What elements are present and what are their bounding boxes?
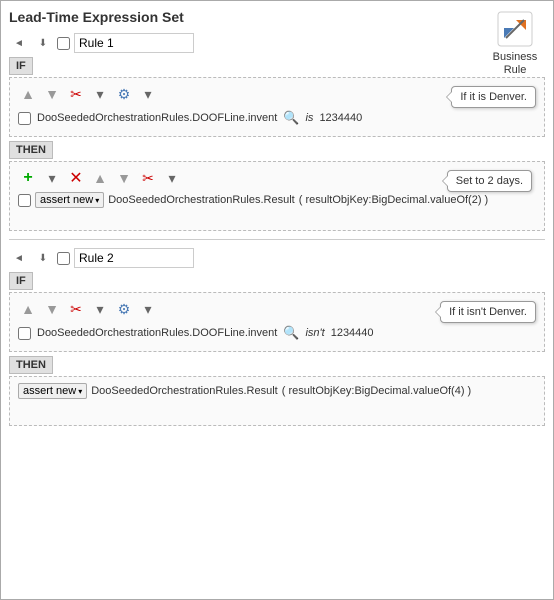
- rule2-then-dashed: assert new ▾ DooSeededOrchestrationRules…: [9, 376, 545, 426]
- rule1-then-assert-new-button[interactable]: assert new ▾: [35, 192, 104, 208]
- rule2-then-assert-dropdown-icon[interactable]: ▾: [78, 387, 82, 396]
- rule1-name-input[interactable]: [74, 33, 194, 53]
- rule2-then-assert-new-button[interactable]: assert new ▾: [18, 383, 87, 399]
- rule1-then-up-icon[interactable]: ▲: [90, 168, 110, 188]
- rule2-block: ◄ ⬇ IF ▲ ▼ ✂ ▾ ⚙ ▾ DooSeededOrchestratio…: [9, 248, 545, 426]
- rule1-collapse-icon[interactable]: ◄: [9, 33, 29, 53]
- rule1-then-assert-row: assert new ▾ DooSeededOrchestrationRules…: [18, 192, 536, 208]
- rule1-header: ◄ ⬇: [9, 33, 545, 53]
- rule1-then-scissors-dropdown-icon[interactable]: ▾: [162, 168, 182, 188]
- rule1-if-scissors-dropdown-icon[interactable]: ▾: [90, 84, 110, 104]
- rule2-sort-icon[interactable]: ⬇: [33, 248, 53, 268]
- rule1-then-down-icon[interactable]: ▼: [114, 168, 134, 188]
- rule1-then-assert-field: DooSeededOrchestrationRules.Result: [108, 194, 295, 206]
- rule1-sort-icon[interactable]: ⬇: [33, 33, 53, 53]
- rule1-if-value: 1234440: [319, 112, 362, 124]
- rule2-then-assert-field: DooSeededOrchestrationRules.Result: [91, 385, 278, 397]
- rule1-then-toolbar: + ▾ ✕ ▲ ▼ ✂ ▾ Set to 2 days.: [18, 168, 536, 188]
- rule1-if-section: ▲ ▼ ✂ ▾ ⚙ ▾ DooSeededOrchestrationRules.…: [9, 77, 545, 137]
- rule1-then-assert-value: ( resultObjKey:BigDecimal.valueOf(2) ): [299, 194, 489, 206]
- rule2-if-section: ▲ ▼ ✂ ▾ ⚙ ▾ DooSeededOrchestrationRules.…: [9, 292, 545, 352]
- rule1-if-condition-row: DooSeededOrchestrationRules.DOOFLine.inv…: [18, 110, 536, 126]
- rule1-if-condition-checkbox[interactable]: [18, 112, 31, 125]
- rule1-then-plus-icon[interactable]: +: [18, 168, 38, 188]
- rule1-then-tooltip: Set to 2 days.: [447, 170, 532, 192]
- rule2-if-label-container: IF: [9, 272, 545, 292]
- rule2-header: ◄ ⬇: [9, 248, 545, 268]
- rule1-if-gear-dropdown-icon[interactable]: ▾: [138, 84, 158, 104]
- business-rule-label: BusinessRule: [485, 51, 545, 77]
- rule2-name-input[interactable]: [74, 248, 194, 268]
- rule2-then-label: THEN: [9, 356, 53, 374]
- rule2-collapse-icon[interactable]: ◄: [9, 248, 29, 268]
- rule2-if-gear-dropdown-icon[interactable]: ▾: [138, 299, 158, 319]
- business-rule-img: [495, 9, 535, 49]
- rule1-if-label-container: IF: [9, 57, 545, 77]
- rule1-then-scissors-icon[interactable]: ✂: [138, 168, 158, 188]
- rule2-if-tooltip: If it isn't Denver.: [440, 301, 536, 323]
- main-container: BusinessRule Lead-Time Expression Set ◄ …: [0, 0, 554, 600]
- rule2-if-down-icon[interactable]: ▼: [42, 299, 62, 319]
- rule2-if-gear-icon[interactable]: ⚙: [114, 299, 134, 319]
- rule1-then-plus-dropdown-icon[interactable]: ▾: [42, 168, 62, 188]
- rule2-if-scissors-icon[interactable]: ✂: [66, 299, 86, 319]
- rule1-if-gear-icon[interactable]: ⚙: [114, 84, 134, 104]
- rule2-then-assert-row: assert new ▾ DooSeededOrchestrationRules…: [18, 383, 536, 399]
- rule1-then-assert-dropdown-icon[interactable]: ▾: [95, 196, 99, 205]
- rule2-then-assert-value: ( resultObjKey:BigDecimal.valueOf(4) ): [282, 385, 472, 397]
- rule2-if-search-icon[interactable]: 🔍: [283, 325, 299, 341]
- rule2-if-operator: isn't: [305, 327, 324, 339]
- rule1-then-dashed: + ▾ ✕ ▲ ▼ ✂ ▾ Set to 2 days. asser: [9, 161, 545, 231]
- rule2-if-label: IF: [9, 272, 33, 290]
- rule1-if-tooltip: If it is Denver.: [451, 86, 536, 108]
- rule1-then-cross-icon[interactable]: ✕: [66, 168, 86, 188]
- rule2-if-up-icon[interactable]: ▲: [18, 299, 38, 319]
- rule1-if-label: IF: [9, 57, 33, 75]
- rule2-if-condition-checkbox[interactable]: [18, 327, 31, 340]
- rule1-if-scissors-icon[interactable]: ✂: [66, 84, 86, 104]
- rule1-then-label: THEN: [9, 141, 53, 159]
- rule2-if-value: 1234440: [331, 327, 374, 339]
- rule1-if-condition-field: DooSeededOrchestrationRules.DOOFLine.inv…: [37, 112, 277, 124]
- page-title: Lead-Time Expression Set: [9, 9, 545, 25]
- rule1-then-assert-checkbox[interactable]: [18, 194, 31, 207]
- rule1-if-down-icon[interactable]: ▼: [42, 84, 62, 104]
- rule1-then-section: THEN + ▾ ✕ ▲ ▼ ✂ ▾ Set to 2 days.: [9, 141, 545, 231]
- rule2-then-section: THEN assert new ▾ DooSeededOrchestration…: [9, 356, 545, 426]
- rule2-if-scissors-dropdown-icon[interactable]: ▾: [90, 299, 110, 319]
- rule1-block: ◄ ⬇ IF ▲ ▼ ✂ ▾ ⚙ ▾ DooSeededOrchestratio…: [9, 33, 545, 231]
- rule1-if-operator: is: [305, 112, 313, 124]
- rule2-checkbox[interactable]: [57, 252, 70, 265]
- rule2-if-condition-row: DooSeededOrchestrationRules.DOOFLine.inv…: [18, 325, 536, 341]
- business-rule-icon[interactable]: BusinessRule: [485, 9, 545, 77]
- rule1-if-up-icon[interactable]: ▲: [18, 84, 38, 104]
- rule-divider: [9, 239, 545, 240]
- rule1-checkbox[interactable]: [57, 37, 70, 50]
- rule2-if-condition-field: DooSeededOrchestrationRules.DOOFLine.inv…: [37, 327, 277, 339]
- rule1-if-search-icon[interactable]: 🔍: [283, 110, 299, 126]
